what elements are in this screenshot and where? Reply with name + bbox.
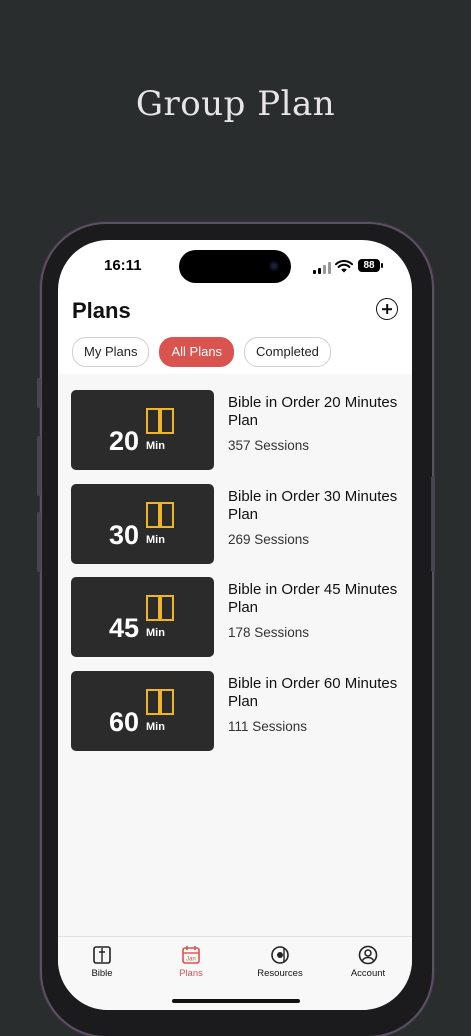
battery-tip <box>381 263 383 268</box>
open-book-icon <box>146 595 174 621</box>
tab-all-plans[interactable]: All Plans <box>159 337 235 367</box>
plan-minutes: 60 <box>109 707 140 737</box>
plan-sessions: 178 Sessions <box>228 625 310 640</box>
phone-side-button <box>37 436 41 496</box>
plan-thumbnail: 45 Min <box>71 577 214 657</box>
tab-resources[interactable]: Resources <box>245 945 315 979</box>
plan-card[interactable]: 60 Min Bible in Order 60 Minutes Plan 11… <box>71 671 401 751</box>
open-book-icon <box>146 502 174 528</box>
camera-icon <box>269 261 279 271</box>
plan-minutes: 30 <box>109 520 140 550</box>
plan-unit: Min <box>146 627 165 639</box>
open-book-icon <box>146 689 174 715</box>
plan-sessions: 269 Sessions <box>228 532 310 547</box>
phone-side-button <box>37 378 41 408</box>
plans-header: Plans My Plans All Plans Completed <box>58 294 412 374</box>
plan-card[interactable]: 30 Min Bible in Order 30 Minutes Plan 26… <box>71 484 401 564</box>
app-screen: 16:11 88 Plans My Plans All Plans Comple… <box>58 240 412 1010</box>
headline: Group Plan <box>135 84 336 124</box>
tab-my-plans[interactable]: My Plans <box>72 337 150 367</box>
tab-plans-label: Plans <box>179 968 203 979</box>
plan-card[interactable]: 45 Min Bible in Order 45 Minutes Plan 17… <box>71 577 401 657</box>
cellular-signal-icon <box>313 262 331 274</box>
battery-icon: 88 <box>358 259 380 272</box>
calendar-icon: Jan <box>182 946 200 964</box>
resources-icon <box>271 946 289 964</box>
calendar-icon-text: Jan <box>186 957 196 963</box>
tab-plans[interactable]: Jan Plans <box>156 945 226 979</box>
page-title: Plans <box>72 298 131 323</box>
plan-title: Bible in Order 45 Minutes Plan <box>228 581 398 616</box>
dynamic-island <box>179 250 291 283</box>
plan-sessions: 357 Sessions <box>228 438 310 453</box>
plan-unit: Min <box>146 721 165 733</box>
plan-unit: Min <box>146 534 165 546</box>
tab-completed[interactable]: Completed <box>244 337 331 367</box>
plan-minutes: 20 <box>109 426 140 456</box>
bible-icon <box>93 946 111 964</box>
tab-bible[interactable]: Bible <box>67 945 137 979</box>
tab-resources-label: Resources <box>257 968 303 979</box>
plans-list: 20 Min Bible in Order 20 Minutes Plan 35… <box>58 374 412 936</box>
tab-bible-label: Bible <box>91 968 113 979</box>
plan-thumbnail: 60 Min <box>71 671 214 751</box>
plan-title: Bible in Order 20 Minutes Plan <box>228 394 398 429</box>
home-indicator[interactable] <box>172 999 300 1003</box>
status-time: 16:11 <box>104 257 142 274</box>
tab-account[interactable]: Account <box>333 945 403 979</box>
plan-sessions: 111 Sessions <box>228 719 308 734</box>
plan-title: Bible in Order 30 Minutes Plan <box>228 488 398 523</box>
status-bar: 16:11 88 <box>58 240 412 294</box>
plan-minutes: 45 <box>109 613 140 643</box>
plan-thumbnail: 20 Min <box>71 390 214 470</box>
account-icon <box>358 945 378 965</box>
plan-filter-tabs: My Plans All Plans Completed <box>72 337 331 367</box>
wifi-icon <box>335 260 353 273</box>
plan-unit: Min <box>146 440 165 452</box>
add-plan-button[interactable] <box>376 298 398 320</box>
phone-side-button <box>37 512 41 572</box>
phone-side-button <box>431 476 435 572</box>
bottom-tab-bar: Bible Jan Plans Resources Account <box>58 936 412 1010</box>
plan-title: Bible in Order 60 Minutes Plan <box>228 675 398 710</box>
plan-thumbnail: 30 Min <box>71 484 214 564</box>
open-book-icon <box>146 408 174 434</box>
plan-card[interactable]: 20 Min Bible in Order 20 Minutes Plan 35… <box>71 390 401 470</box>
tab-account-label: Account <box>350 968 386 979</box>
